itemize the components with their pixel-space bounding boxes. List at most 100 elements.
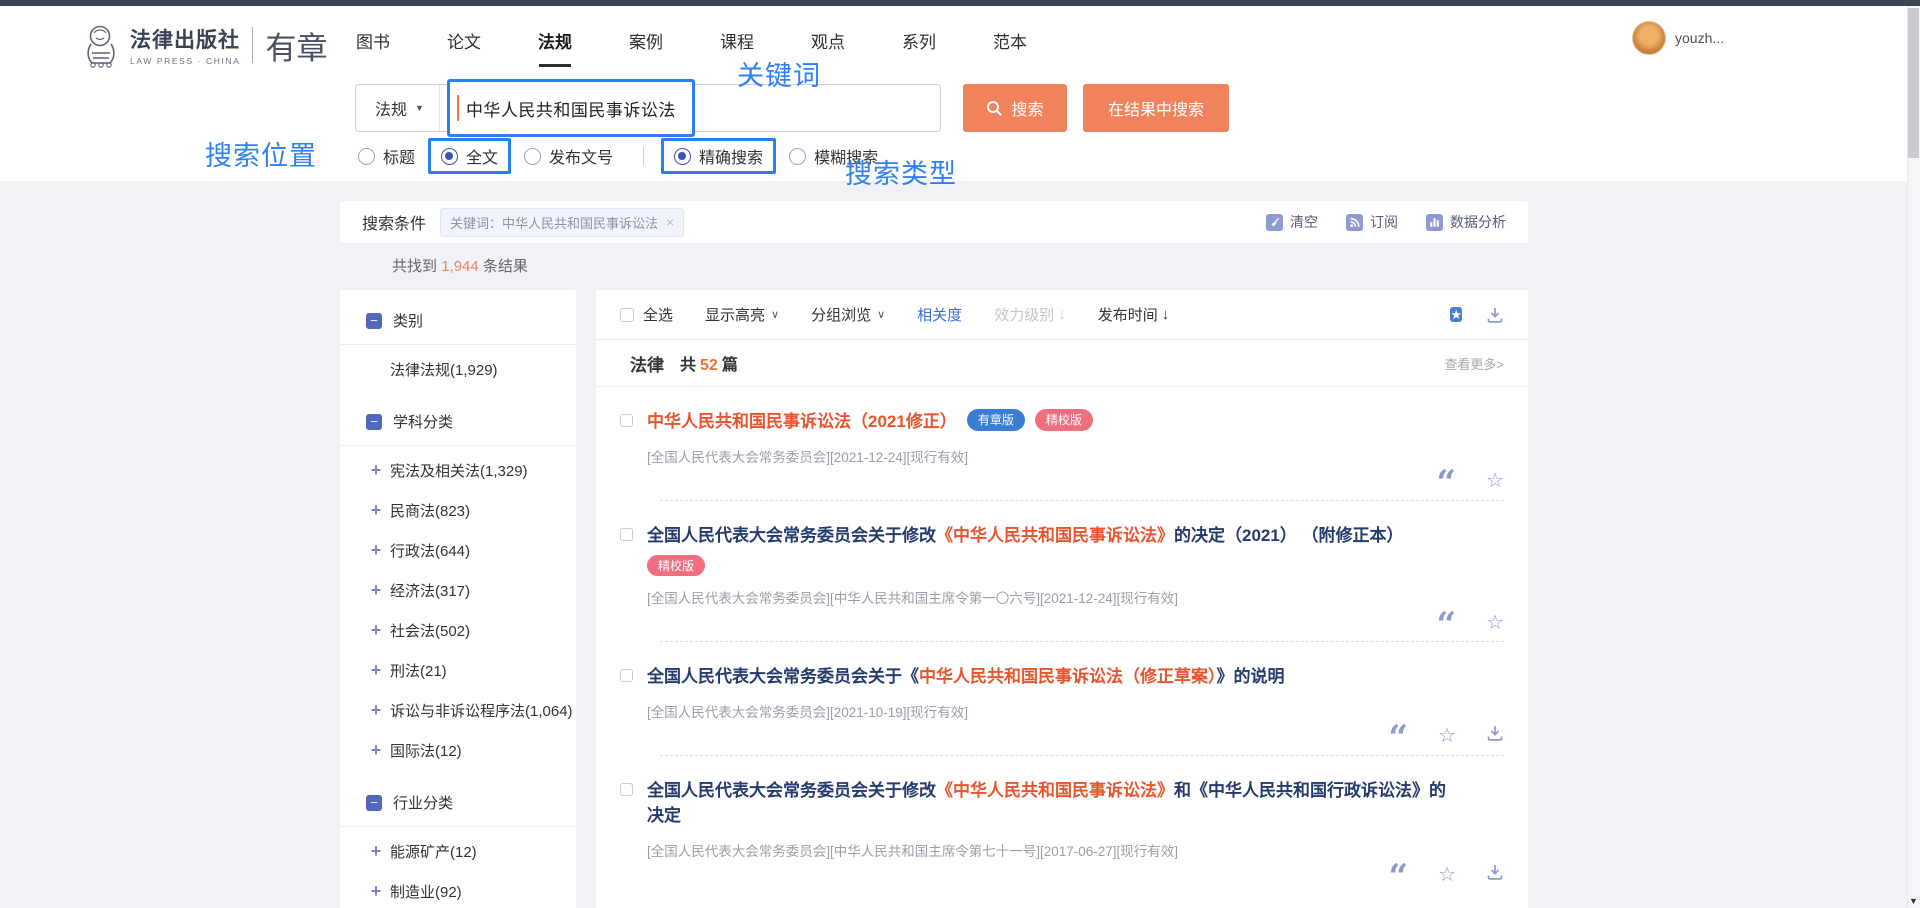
condition-action-1[interactable]: 清空 xyxy=(1266,212,1318,232)
text-cursor xyxy=(457,95,459,121)
sidebar-item-label: 法律法规(1,929) xyxy=(390,359,498,380)
toolbar-dropdowns: 显示高亮∨ 分组浏览∨ xyxy=(705,304,885,325)
search-input[interactable]: 中华人民共和国民事诉讼法 xyxy=(466,96,676,121)
result-title[interactable]: 全国人民代表大会常务委员会关于修改《中华人民共和国民事诉讼法》和《中华人民共和国… xyxy=(647,778,1447,829)
result-meta: [全国人民代表大会常务委员会][2021-12-24][现行有效] xyxy=(647,446,1504,466)
position-option-1[interactable]: 标题 xyxy=(358,144,415,168)
user-menu[interactable]: youzh... xyxy=(1632,21,1724,55)
sidebar-item[interactable]: +行政法(644) xyxy=(368,530,576,570)
star-icon[interactable]: ☆ xyxy=(1486,468,1504,493)
star-square-icon[interactable]: ★ xyxy=(1450,307,1462,322)
nav-item-3[interactable]: 法规 xyxy=(538,28,572,67)
close-icon[interactable]: × xyxy=(666,214,674,230)
annotation-box-position-option-2[interactable]: 全文 xyxy=(428,138,511,174)
toolbar-dropdown-2[interactable]: 分组浏览∨ xyxy=(811,304,885,325)
expand-plus-icon[interactable]: + xyxy=(368,881,384,902)
result-meta: [全国人民代表大会常务委员会][中华人民共和国主席令第一〇六号][2021-12… xyxy=(647,587,1504,607)
collapse-minus-icon[interactable]: − xyxy=(366,313,382,329)
search-position-group: 标题全文发布文号 xyxy=(358,144,613,168)
toolbar-dropdown-1[interactable]: 显示高亮∨ xyxy=(705,304,779,325)
result-title[interactable]: 全国人民代表大会常务委员会关于修改《中华人民共和国民事诉讼法》的决定（2021）… xyxy=(647,523,1404,549)
nav-item-1[interactable]: 图书 xyxy=(356,28,390,67)
toolbar-icons: ★ xyxy=(1450,305,1504,325)
sidebar-item[interactable]: +宪法及相关法(1,329) xyxy=(368,450,576,490)
sidebar-item[interactable]: +民商法(823) xyxy=(368,490,576,530)
download-icon[interactable] xyxy=(1486,863,1504,886)
sidebar-item[interactable]: +刑法(21) xyxy=(368,650,576,690)
sidebar-item[interactable]: +诉讼与非诉讼程序法(1,064) xyxy=(368,690,576,730)
sidebar-section-1[interactable]: −类别 xyxy=(366,310,576,331)
expand-plus-icon[interactable]: + xyxy=(368,500,384,521)
sidebar-item[interactable]: +社会法(502) xyxy=(368,610,576,650)
scrollbar-thumb[interactable] xyxy=(1908,8,1919,158)
expand-plus-icon[interactable]: + xyxy=(368,460,384,481)
condition-action-2[interactable]: 订阅 xyxy=(1346,212,1398,232)
expand-plus-icon[interactable]: + xyxy=(368,660,384,681)
collapse-minus-icon[interactable]: − xyxy=(366,414,382,430)
condition-action-3[interactable]: 数据分析 xyxy=(1426,212,1506,232)
avatar[interactable] xyxy=(1632,21,1666,55)
expand-plus-icon[interactable]: + xyxy=(368,580,384,601)
scrollbar[interactable]: ▼ xyxy=(1907,6,1920,908)
select-all[interactable]: 全选 xyxy=(620,304,673,325)
sidebar-section-3[interactable]: −行业分类 xyxy=(366,792,576,813)
star-icon[interactable]: ☆ xyxy=(1438,862,1456,887)
expand-plus-icon[interactable]: + xyxy=(368,841,384,862)
sidebar-section-title: 学科分类 xyxy=(393,411,453,432)
checkbox-icon[interactable] xyxy=(620,414,633,427)
quote-icon[interactable]: “ xyxy=(1389,725,1409,746)
quote-icon[interactable]: “ xyxy=(1389,864,1409,885)
expand-plus-icon[interactable]: + xyxy=(368,700,384,721)
search-in-results-button[interactable]: 在结果中搜索 xyxy=(1083,84,1229,132)
quote-icon[interactable]: “ xyxy=(1437,612,1457,633)
collapse-minus-icon[interactable]: − xyxy=(366,795,382,811)
star-square-icon[interactable]: ★ xyxy=(1450,305,1462,325)
quote-icon[interactable]: “ xyxy=(1437,470,1457,491)
sidebar-item-label: 能源矿产(12) xyxy=(390,841,477,862)
sidebar-item[interactable]: +经济法(317) xyxy=(368,570,576,610)
position-option-3[interactable]: 发布文号 xyxy=(524,144,613,168)
star-icon[interactable]: ☆ xyxy=(1486,610,1504,635)
nav-item-4[interactable]: 案例 xyxy=(629,28,663,67)
checkbox-icon[interactable] xyxy=(620,528,633,541)
result-title[interactable]: 中华人民共和国民事诉讼法（2021修正）有章版精校版 xyxy=(647,409,1093,435)
result-group-header: 法律 共52篇 查看更多> xyxy=(596,340,1528,387)
result-head: 全国人民代表大会常务委员会关于修改《中华人民共和国民事诉讼法》和《中华人民共和国… xyxy=(620,778,1504,829)
view-more-link[interactable]: 查看更多> xyxy=(1444,354,1504,373)
search-button[interactable]: 搜索 xyxy=(963,84,1067,132)
nav-item-8[interactable]: 范本 xyxy=(993,28,1027,67)
scope-select[interactable]: 法规 ▼ xyxy=(356,85,440,131)
sidebar-section-title: 类别 xyxy=(393,310,423,331)
condition-tag: 关键词：中华人民共和国民事诉讼法 × xyxy=(440,208,684,237)
download-icon[interactable] xyxy=(1486,724,1504,747)
sort-3[interactable]: 发布时间↓ xyxy=(1098,304,1170,325)
expand-plus-icon[interactable]: + xyxy=(368,620,384,641)
results-list: 中华人民共和国民事诉讼法（2021修正）有章版精校版 [全国人民代表大会常务委员会… xyxy=(596,387,1528,894)
checkbox-icon[interactable] xyxy=(620,783,633,796)
sidebar-item[interactable]: + 能源矿产(12) xyxy=(368,831,576,871)
download-icon[interactable] xyxy=(1486,306,1504,324)
sort-2[interactable]: 效力级别↓ xyxy=(994,304,1066,325)
expand-plus-icon[interactable]: + xyxy=(368,740,384,761)
sort-1[interactable]: 相关度 xyxy=(917,304,962,325)
nav-item-7[interactable]: 系列 xyxy=(902,28,936,67)
sidebar-item[interactable]: +制造业(92) xyxy=(368,871,576,908)
title-highlight: 《中华人民共和国民事诉讼法》 xyxy=(936,781,1174,800)
expand-plus-icon[interactable]: + xyxy=(368,540,384,561)
brand-logo: 法律出版社 LAW PRESS · CHINA 有章 xyxy=(80,22,327,68)
scrollbar-down-arrow[interactable]: ▼ xyxy=(1908,896,1919,906)
nav-item-2[interactable]: 论文 xyxy=(447,28,481,67)
checkbox-icon[interactable] xyxy=(620,669,633,682)
select-all-label: 全选 xyxy=(643,304,673,325)
checkbox-icon[interactable] xyxy=(620,308,634,322)
sidebar-section-2[interactable]: −学科分类 xyxy=(366,411,576,432)
search-icon xyxy=(986,100,1003,117)
result-title[interactable]: 全国人民代表大会常务委员会关于《中华人民共和国民事诉讼法（修正草案）》的说明 xyxy=(647,664,1285,690)
annotation-box-type-option-1[interactable]: 精确搜索 xyxy=(661,138,776,174)
sidebar-item[interactable]: +法律法规(1,929) xyxy=(368,349,576,389)
star-icon[interactable]: ☆ xyxy=(1438,723,1456,748)
title-text: 全国人民代表大会常务委员会关于《 xyxy=(647,667,919,686)
sidebar-item[interactable]: +国际法(12) xyxy=(368,730,576,770)
condition-action-label: 数据分析 xyxy=(1450,212,1506,232)
radio-label: 标题 xyxy=(383,144,415,168)
